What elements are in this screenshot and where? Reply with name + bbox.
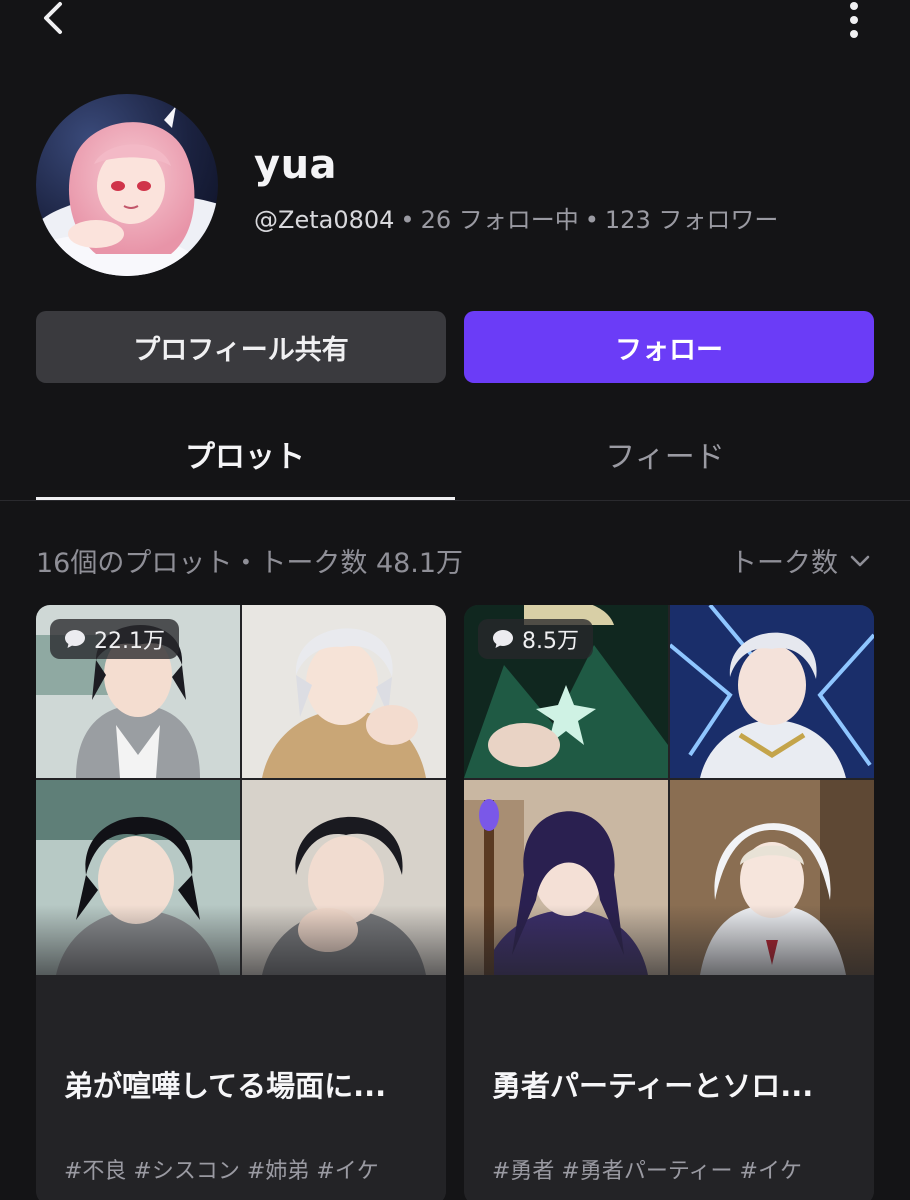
vertical-dots-icon <box>850 2 858 38</box>
character-image <box>242 605 446 778</box>
back-button[interactable] <box>36 0 76 40</box>
talk-count-badge: 8.5万 <box>478 619 593 659</box>
sort-dropdown[interactable]: トーク数 <box>730 541 872 580</box>
chevron-down-icon <box>850 555 870 566</box>
character-image <box>670 605 874 778</box>
card-title[interactable]: 勇者パーティーとソロ... <box>492 1063 852 1105</box>
avatar[interactable] <box>36 94 218 276</box>
tab-feed[interactable]: フィード <box>456 432 874 476</box>
talk-count: 8.5万 <box>522 629 579 654</box>
plot-summary: 16個のプロット・トーク数 48.1万 <box>36 548 464 579</box>
speech-bubble-icon <box>493 630 513 648</box>
chevron-left-icon <box>44 2 62 34</box>
more-options-button[interactable] <box>836 0 872 42</box>
separator-dot: • <box>584 206 599 234</box>
tab-divider <box>0 500 910 501</box>
talk-count: 22.1万 <box>94 629 165 654</box>
separator-dot: • <box>400 206 415 234</box>
following-count[interactable]: 26 <box>421 206 452 234</box>
profile-page: yua @Zeta0804 • 26 フォロー中 • 123 フォロワー プロフィール共… <box>0 0 910 1200</box>
avatar-image <box>36 94 218 276</box>
card-title[interactable]: 弟が喧嘩してる場面に... <box>64 1063 424 1105</box>
plot-card[interactable]: 22.1万 <box>36 605 446 1200</box>
followers-label[interactable]: フォロワー <box>658 206 778 234</box>
sort-label: トーク数 <box>730 548 838 579</box>
share-profile-button[interactable]: プロフィール共有 <box>36 311 446 383</box>
follow-button[interactable]: フォロー <box>464 311 874 383</box>
profile-meta: @Zeta0804 • 26 フォロー中 • 123 フォロワー <box>254 200 778 235</box>
followers-count[interactable]: 123 <box>605 206 651 234</box>
card-tags: #勇者 #勇者パーティー #イケ <box>492 1159 802 1184</box>
following-label[interactable]: フォロー中 <box>459 206 579 234</box>
profile-handle: @Zeta0804 <box>254 206 395 234</box>
plot-card[interactable]: 8.5万 <box>464 605 874 1200</box>
card-tags: #不良 #シスコン #姉弟 #イケ <box>64 1159 379 1184</box>
speech-bubble-icon <box>65 630 85 648</box>
profile-name: yua <box>254 142 338 188</box>
talk-count-badge: 22.1万 <box>50 619 179 659</box>
tab-plot[interactable]: プロット <box>36 432 454 476</box>
